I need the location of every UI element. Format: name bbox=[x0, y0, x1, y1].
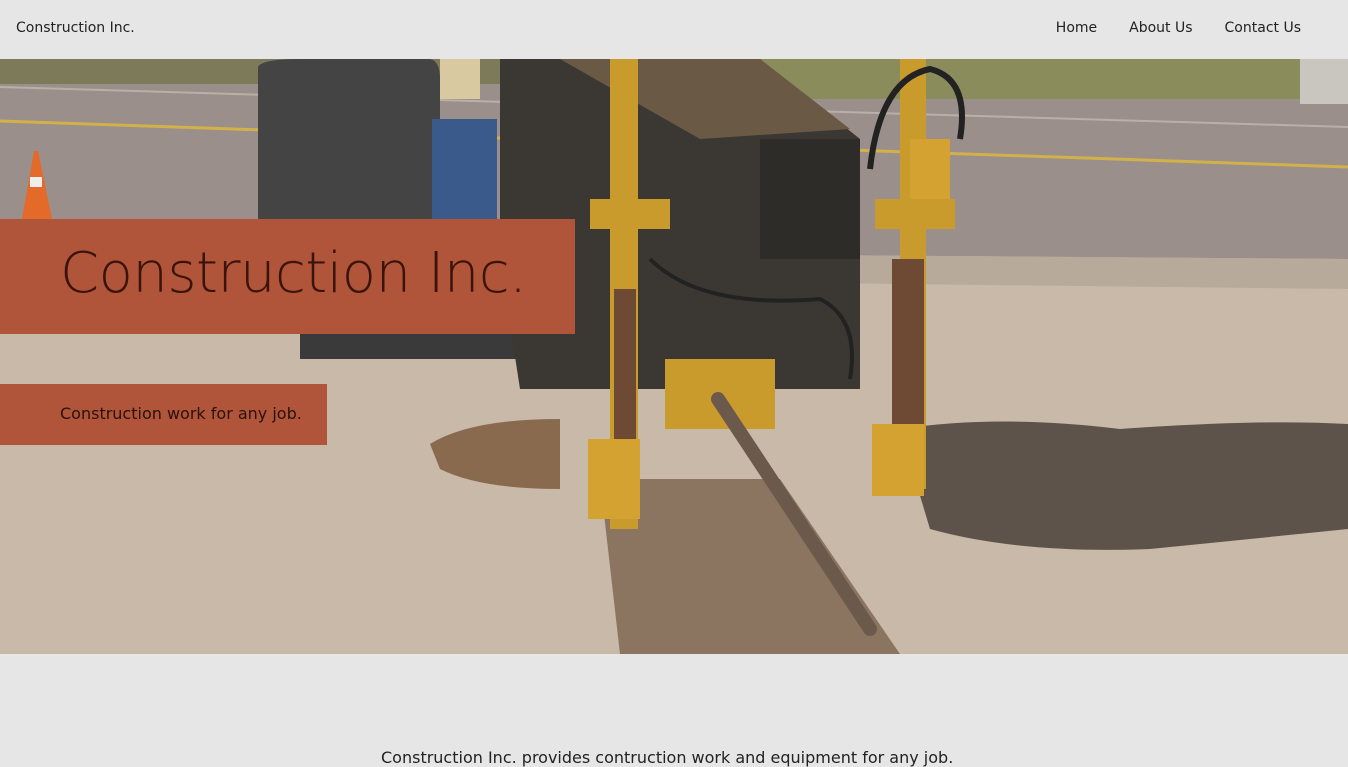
hero-title-box: Construction Inc. bbox=[0, 219, 575, 334]
nav-links: Home About Us Contact Us bbox=[1056, 20, 1301, 36]
top-navbar: Construction Inc. Home About Us Contact … bbox=[0, 0, 1348, 59]
hero-title: Construction Inc. bbox=[60, 241, 527, 306]
hero-subtitle-box: Construction work for any job. bbox=[0, 384, 327, 445]
intro-section: Construction Inc. provides contruction w… bbox=[0, 654, 1348, 767]
hero-subtitle: Construction work for any job. bbox=[60, 404, 302, 423]
nav-about-link[interactable]: About Us bbox=[1129, 20, 1192, 36]
nav-home-link[interactable]: Home bbox=[1056, 20, 1097, 36]
hero-background-image bbox=[0, 59, 1348, 654]
brand-link[interactable]: Construction Inc. bbox=[16, 20, 135, 36]
hero-section: Construction Inc. Construction work for … bbox=[0, 59, 1348, 654]
nav-contact-link[interactable]: Contact Us bbox=[1225, 20, 1301, 36]
